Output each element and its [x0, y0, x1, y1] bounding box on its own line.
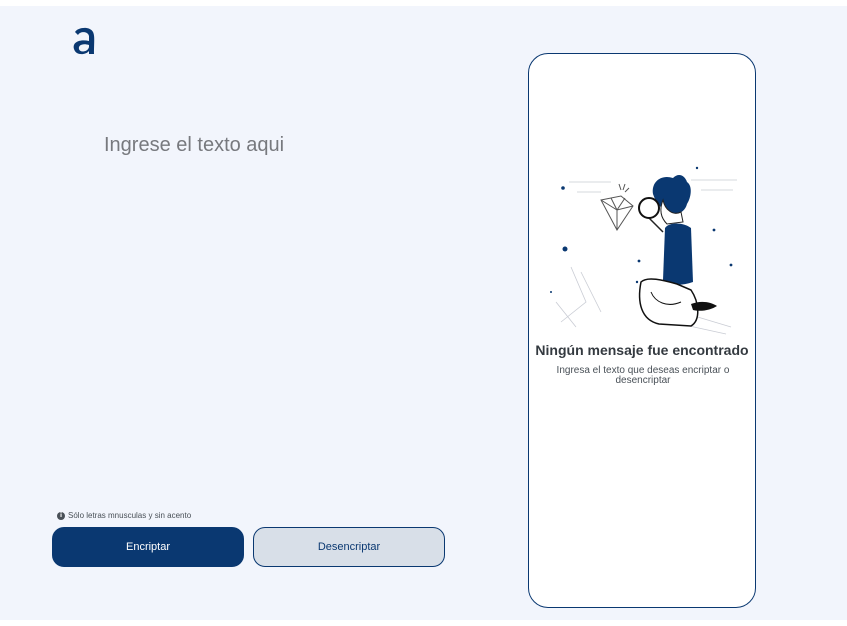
input-hint: i Sólo letras mnusculas y sin acento: [57, 511, 191, 520]
encrypt-button[interactable]: Encriptar: [52, 527, 244, 567]
result-panel: Ningún mensaje fue encontrado Ingresa el…: [528, 53, 756, 608]
info-icon: i: [57, 511, 65, 520]
person-with-magnifying-glass-illustration: [550, 166, 737, 335]
alura-logo-icon: [73, 27, 95, 55]
result-title: Ningún mensaje fue encontrado: [535, 342, 749, 358]
result-description: Ingresa el texto que deseas encriptar o …: [556, 365, 730, 386]
hint-text: Sólo letras mnusculas y sin acento: [68, 511, 192, 520]
app-background: i Sólo letras mnusculas y sin acento Enc…: [0, 6, 847, 620]
decrypt-button[interactable]: Desencriptar: [253, 527, 445, 567]
text-input[interactable]: [104, 134, 464, 494]
